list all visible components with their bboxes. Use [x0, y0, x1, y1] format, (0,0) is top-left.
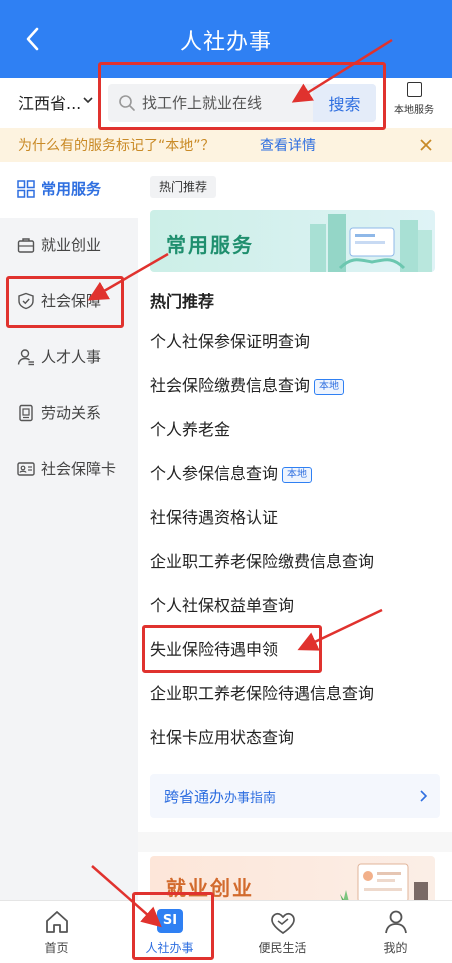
search-row: 江西省... 搜索 本地服务: [0, 78, 452, 128]
service-label: 个人社保权益单查询: [150, 596, 295, 615]
service-item-eligibility-auth[interactable]: 社保待遇资格认证: [150, 504, 278, 534]
service-label: 社保待遇资格认证: [150, 508, 279, 527]
tab-label: 便民生活: [258, 941, 307, 955]
person-icon: [17, 349, 34, 366]
local-service-label: 本地服务: [394, 105, 434, 116]
si-icon: SI: [157, 909, 183, 933]
service-item-enterprise-pension-payment[interactable]: 企业职工养老保险缴费信息查询: [150, 548, 374, 578]
hot-recommend-tag[interactable]: 热门推荐: [150, 176, 217, 198]
local-badge: 本地: [282, 467, 313, 483]
sidebar-item-social-security[interactable]: 社会保障: [0, 274, 138, 330]
banner-title: 常用服务: [166, 233, 254, 257]
sidebar-item-label: 人才人事: [41, 348, 102, 366]
common-services-banner: 常用服务: [150, 210, 435, 272]
service-label: 企业职工养老保险待遇信息查询: [150, 684, 375, 703]
tab-hr-services[interactable]: SI 人社办事: [113, 901, 226, 963]
sidebar-item-label: 就业创业: [41, 236, 102, 254]
app-header: 人社办事: [0, 0, 452, 78]
guide-prefix: 跨省通办: [164, 788, 225, 806]
sidebar-item-label: 社会保障卡: [41, 460, 117, 478]
tab-label: 人社办事: [145, 941, 194, 955]
tab-label: 我的: [383, 941, 408, 955]
cross-province-guide-link[interactable]: 跨省通办办事指南: [150, 774, 440, 818]
service-item-card-status[interactable]: 社保卡应用状态查询: [150, 724, 294, 754]
local-badge: 本地: [314, 379, 345, 395]
sidebar-item-labor-relations[interactable]: 劳动关系: [0, 386, 138, 442]
service-item-unemployment-claim[interactable]: 失业保险待遇申领: [150, 636, 278, 666]
tab-convenience-life[interactable]: 便民生活: [226, 901, 339, 963]
chevron-down-icon[interactable]: [82, 95, 94, 105]
region-selector[interactable]: 江西省...: [18, 90, 81, 114]
guide-suffix: 办事指南: [224, 791, 277, 806]
local-service-toggle[interactable]: 本地服务: [386, 80, 442, 126]
service-item-social-insurance-certificate[interactable]: 个人社保参保证明查询: [150, 328, 310, 358]
tab-label: 首页: [44, 941, 69, 955]
service-label: 社保卡应用状态查询: [150, 728, 295, 747]
service-item-personal-pension[interactable]: 个人养老金: [150, 416, 230, 446]
category-sidebar: 常用服务 就业创业 社会保障 人才人事 劳动关系 社会保障卡: [0, 162, 138, 900]
tab-home[interactable]: 首页: [0, 901, 113, 963]
sidebar-item-common-services[interactable]: 常用服务: [0, 162, 138, 218]
search-input[interactable]: [142, 90, 302, 116]
search-box[interactable]: 搜索: [108, 84, 376, 122]
notice-text: 为什么有的服务标记了“本地”？: [18, 138, 215, 154]
notice-bar: 为什么有的服务标记了“本地”？ 查看详情: [0, 128, 452, 162]
buildings-card-illustration: [310, 214, 432, 272]
notice-details-link[interactable]: 查看详情: [260, 135, 316, 155]
sidebar-item-label: 社会保障: [41, 292, 102, 310]
guide-label: 跨省通办办事指南: [164, 786, 276, 807]
bottom-tab-bar: 首页 SI 人社办事 便民生活 我的: [0, 900, 452, 963]
service-item-payment-info[interactable]: 社会保险缴费信息查询 本地: [150, 372, 345, 402]
tab-mine[interactable]: 我的: [339, 901, 452, 963]
employment-banner: 就业创业: [150, 856, 435, 906]
banner-title: 就业创业: [166, 876, 254, 900]
sidebar-item-employment[interactable]: 就业创业: [0, 218, 138, 274]
section-title: 热门推荐: [150, 292, 215, 311]
user-icon: [385, 910, 407, 934]
close-icon[interactable]: [418, 137, 434, 153]
section-divider: [138, 832, 452, 852]
service-content: 热门推荐 常用服务 热门推荐 个人社保参保证明查询 社会保险缴费信息查询 本地 个…: [138, 162, 452, 906]
service-label: 个人参保信息查询: [150, 464, 279, 483]
resume-illustration: [340, 863, 428, 906]
id-card-icon: [17, 462, 35, 476]
sidebar-item-talent[interactable]: 人才人事: [0, 330, 138, 386]
service-item-insurance-info[interactable]: 个人参保信息查询 本地: [150, 460, 313, 490]
service-label: 社会保险缴费信息查询: [150, 376, 311, 395]
sidebar-item-label: 劳动关系: [41, 404, 102, 422]
home-icon: [46, 911, 68, 933]
service-label: 企业职工养老保险缴费信息查询: [150, 552, 375, 571]
service-label: 个人养老金: [150, 420, 231, 439]
search-button[interactable]: 搜索: [313, 84, 376, 122]
sidebar-item-social-security-card[interactable]: 社会保障卡: [0, 442, 138, 498]
briefcase-icon: [17, 238, 35, 253]
shield-icon: [18, 292, 34, 310]
handshake-icon: [271, 912, 295, 935]
chevron-right-icon: [420, 790, 428, 802]
checkbox-icon[interactable]: [406, 82, 422, 97]
page-title: 人社办事: [179, 30, 272, 55]
document-icon: [19, 404, 33, 422]
service-item-rights-statement[interactable]: 个人社保权益单查询: [150, 592, 294, 622]
grid-icon: [17, 180, 35, 198]
search-icon: [119, 95, 135, 111]
service-label: 个人社保参保证明查询: [150, 332, 311, 351]
service-label: 失业保险待遇申领: [150, 640, 279, 659]
service-item-enterprise-pension-benefit[interactable]: 企业职工养老保险待遇信息查询: [150, 680, 374, 710]
sidebar-item-label: 常用服务: [41, 180, 102, 198]
